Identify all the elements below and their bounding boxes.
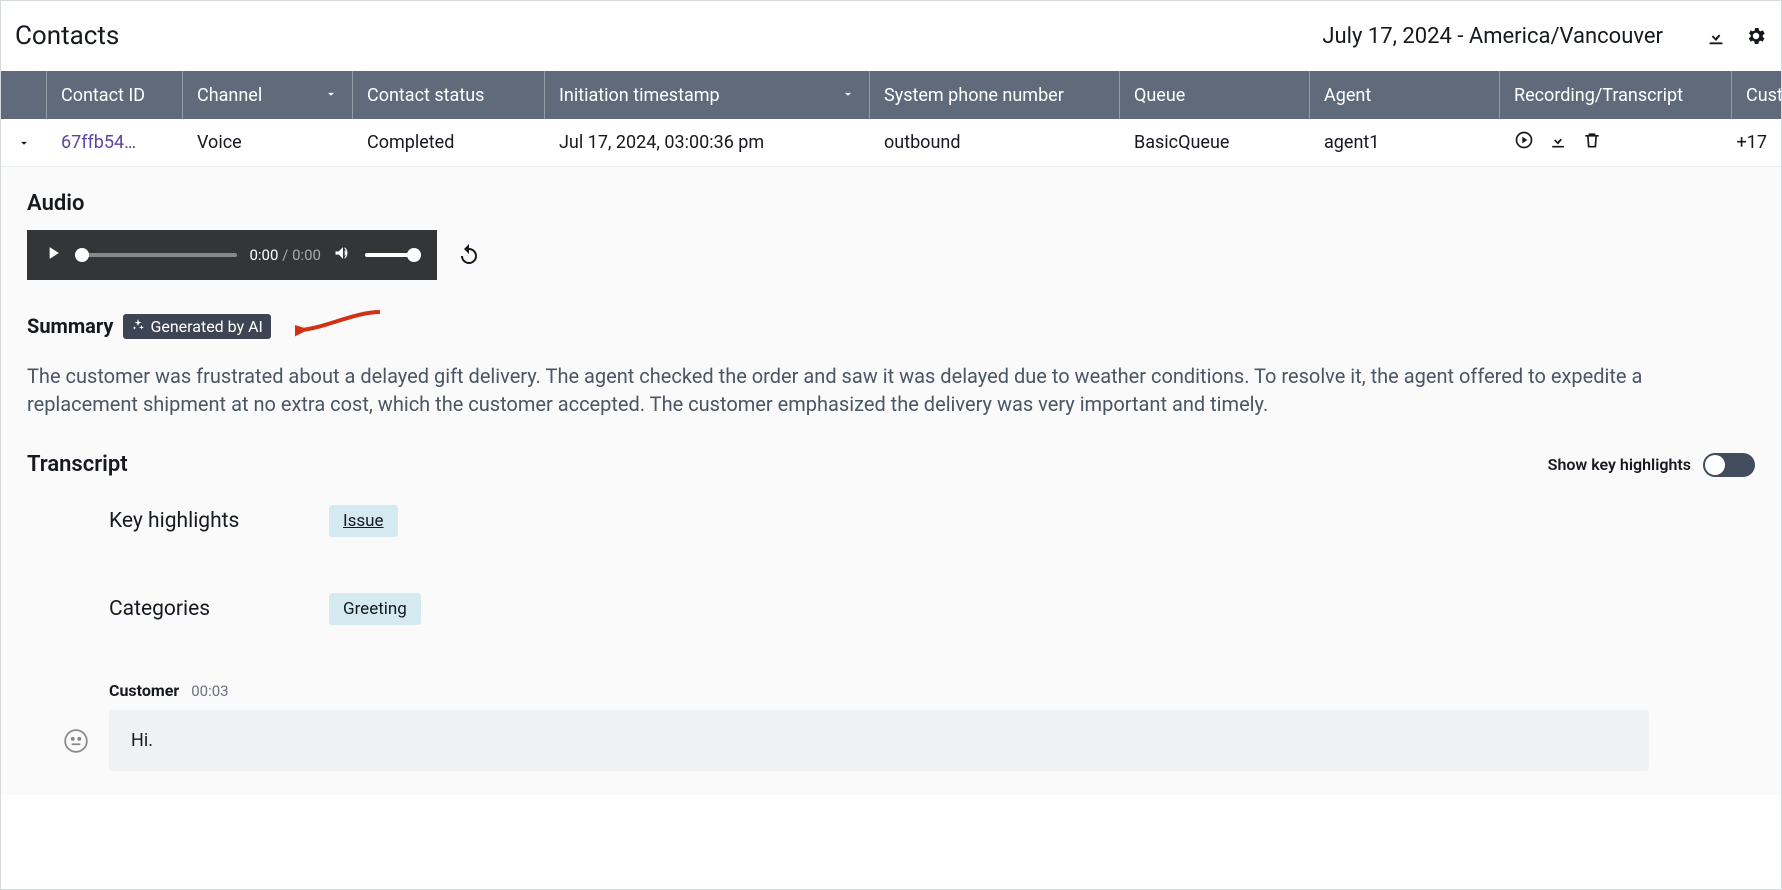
play-circle-icon[interactable] [1514, 130, 1534, 155]
sparkle-icon [131, 317, 145, 336]
audio-seek-slider[interactable] [75, 253, 237, 257]
issue-chip[interactable]: Issue [329, 505, 398, 537]
settings-icon[interactable] [1745, 25, 1767, 47]
show-highlights-toggle-wrap: Show key highlights [1548, 453, 1755, 477]
volume-slider[interactable] [365, 253, 421, 257]
message-text: Hi. [109, 710, 1649, 771]
message-speaker: Customer [109, 681, 179, 700]
audio-player: 0:00 / 0:00 [27, 230, 437, 280]
show-highlights-toggle[interactable] [1703, 453, 1755, 477]
col-contact-id[interactable]: Contact ID [47, 71, 183, 119]
download-icon[interactable] [1705, 25, 1727, 47]
table-header: Contact ID Channel Contact status Initia… [1, 71, 1781, 119]
cell-channel: Voice [183, 132, 353, 153]
greeting-chip[interactable]: Greeting [329, 593, 421, 625]
cell-init-ts: Jul 17, 2024, 03:00:36 pm [545, 132, 870, 153]
chevron-down-icon [310, 85, 338, 106]
cell-status: Completed [353, 132, 545, 153]
cell-sys-phone: outbound [870, 132, 1120, 153]
summary-header: Summary Generated by AI [27, 308, 1755, 344]
col-queue[interactable]: Queue [1120, 71, 1310, 119]
row-expander[interactable] [1, 136, 47, 150]
col-channel[interactable]: Channel [183, 71, 353, 119]
top-bar: Contacts July 17, 2024 - America/Vancouv… [1, 1, 1781, 71]
transcript-header: Transcript Show key highlights [27, 452, 1755, 477]
key-highlights-row: Key highlights Issue [109, 505, 1755, 537]
top-bar-actions: July 17, 2024 - America/Vancouver [1322, 24, 1767, 49]
replay-icon[interactable] [457, 243, 481, 267]
show-highlights-label: Show key highlights [1548, 455, 1691, 474]
key-highlights-label: Key highlights [109, 509, 289, 533]
summary-text: The customer was frustrated about a dela… [27, 362, 1747, 418]
trash-icon[interactable] [1582, 130, 1602, 155]
col-expander [1, 71, 47, 119]
col-initiation-timestamp[interactable]: Initiation timestamp [545, 71, 870, 119]
table-row: 67ffb54… Voice Completed Jul 17, 2024, 0… [1, 119, 1781, 167]
transcript-message: Customer 00:03 Hi. [109, 681, 1755, 771]
play-icon[interactable] [43, 243, 63, 267]
page-title: Contacts [15, 21, 119, 51]
chevron-down-icon [827, 85, 855, 106]
cell-customer: +17 [1732, 132, 1781, 153]
audio-section-title: Audio [27, 191, 1755, 216]
col-agent[interactable]: Agent [1310, 71, 1500, 119]
transcript-title: Transcript [27, 452, 128, 477]
audio-row: 0:00 / 0:00 [27, 230, 1755, 280]
volume-icon[interactable] [333, 243, 353, 267]
col-customer[interactable]: Cust [1732, 71, 1781, 119]
col-recording-transcript[interactable]: Recording/Transcript [1500, 71, 1732, 119]
cell-recording [1500, 130, 1732, 155]
generated-by-ai-badge: Generated by AI [123, 314, 270, 339]
cell-queue: BasicQueue [1120, 132, 1310, 153]
download-icon[interactable] [1548, 130, 1568, 155]
audio-time: 0:00 / 0:00 [249, 246, 321, 264]
col-system-phone[interactable]: System phone number [870, 71, 1120, 119]
detail-panel: Audio 0:00 / 0:00 Summary [1, 167, 1781, 795]
contact-id-link[interactable]: 67ffb54… [61, 132, 136, 153]
date-timezone: July 17, 2024 - America/Vancouver [1322, 24, 1663, 49]
cell-agent: agent1 [1310, 132, 1500, 153]
summary-title: Summary [27, 314, 113, 338]
col-contact-status[interactable]: Contact status [353, 71, 545, 119]
arrow-annotation-icon [295, 308, 385, 344]
categories-label: Categories [109, 597, 289, 621]
neutral-face-icon [63, 728, 89, 754]
categories-row: Categories Greeting [109, 593, 1755, 625]
message-time: 00:03 [191, 682, 228, 700]
